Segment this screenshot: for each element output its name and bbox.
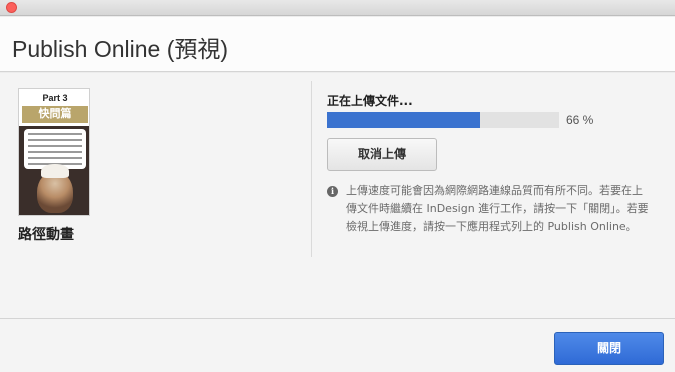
thumbnail-part-label: Part 3 [42, 93, 68, 103]
upload-progress-percent: 66 % [566, 113, 594, 127]
document-thumbnail: Part 3 快問篇 [18, 88, 90, 216]
thumbnail-page-image [19, 126, 89, 215]
document-name: 路徑動畫 [18, 227, 74, 243]
cancel-upload-button[interactable]: 取消上傳 [327, 138, 437, 171]
dialog-footer: 關閉 [0, 318, 675, 372]
vertical-divider [311, 81, 312, 257]
upload-progress-bar [327, 112, 559, 128]
thumbnail-section-tag: 快問篇 [22, 106, 88, 123]
dialog-header: Publish Online (預視) [0, 17, 675, 72]
thumbnail-chef-hat [41, 164, 69, 178]
close-icon[interactable] [6, 2, 17, 13]
window-titlebar [0, 0, 675, 16]
upload-status: 正在上傳文件... [327, 94, 413, 108]
info-icon: i [327, 186, 338, 197]
thumbnail-speech-bubble [24, 129, 86, 169]
info-message: 上傳速度可能會因為網際網路連線品質而有所不同。若要在上傳文件時繼續在 InDes… [346, 184, 649, 233]
dialog-title: Publish Online (預視) [12, 36, 229, 62]
dialog-body: Part 3 快問篇 路徑動畫 正在上傳文件... 66 % 取消上傳 i 上傳… [0, 73, 675, 318]
close-button[interactable]: 關閉 [554, 332, 664, 365]
upload-progress-fill [327, 112, 481, 128]
